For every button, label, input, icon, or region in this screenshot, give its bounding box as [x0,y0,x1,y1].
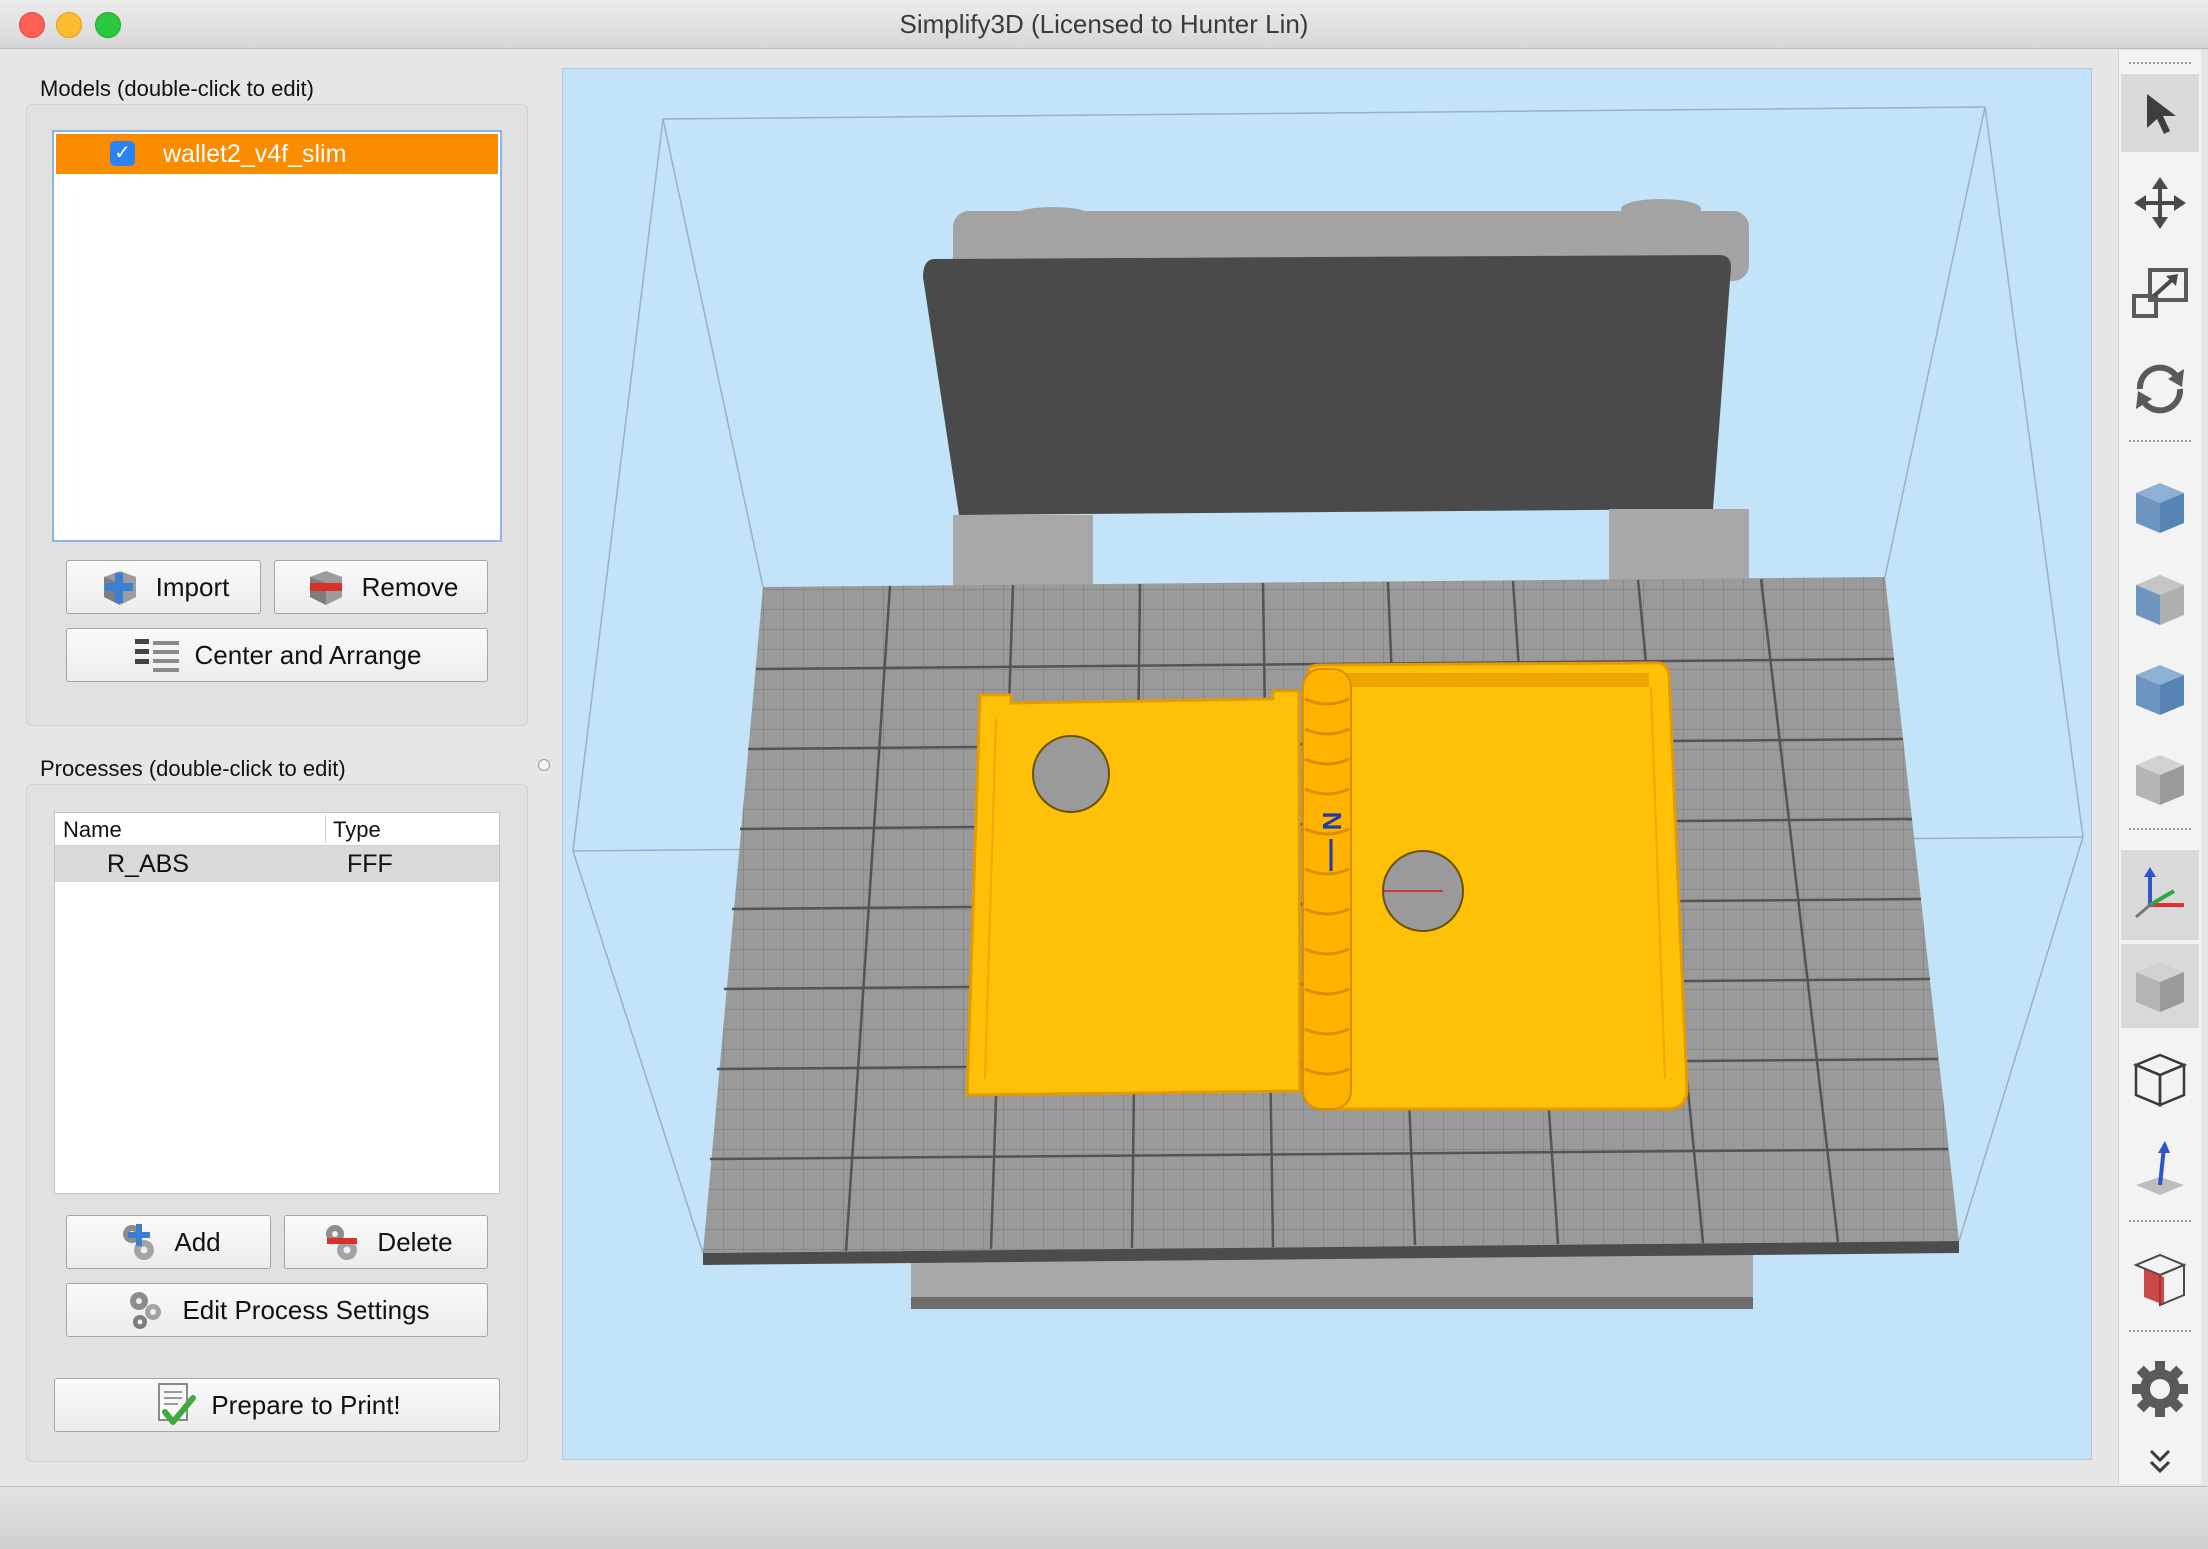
scale-icon [2132,268,2188,318]
remove-icon [309,571,342,605]
right-toolbar [2118,50,2201,1484]
settings-button[interactable] [2121,1350,2199,1428]
remove-button[interactable]: Remove [274,560,488,614]
solid-view-button[interactable] [2121,944,2199,1028]
axes-toggle-button[interactable] [2121,850,2199,940]
build-volume-scene: N [572,106,2084,1309]
import-icon [103,571,136,605]
panel-splitter-handle[interactable] [538,759,550,771]
normals-toggle-button[interactable] [2121,1130,2199,1208]
expand-icon [2149,1449,2171,1474]
prepare-to-print-button[interactable]: Prepare to Print! [54,1378,500,1432]
delete-label: Delete [377,1226,453,1257]
delete-gears-icon [326,1225,358,1260]
processes-table-header: Name Type [55,813,499,846]
models-heading: Models (double-click to edit) [40,76,314,101]
table-row[interactable]: R_ABS FFF [55,846,499,882]
cross-section-icon [2133,1253,2187,1307]
arrange-icon [134,639,179,672]
processes-heading: Processes (double-click to edit) [40,756,346,781]
column-header-type[interactable]: Type [333,817,381,843]
select-icon [2147,94,2176,134]
scale-tool-button[interactable] [2121,254,2199,332]
center-and-arrange-label: Center and Arrange [194,639,422,670]
normal-arrow-icon [2136,1141,2184,1195]
iso-view-icon [2136,483,2184,533]
select-tool-button[interactable] [2121,74,2199,152]
side-view-icon [2136,755,2184,805]
window-title: Simplify3D (Licensed to Hunter Lin) [899,9,1309,39]
process-type-cell: FFF [347,850,393,878]
rotate-tool-button[interactable] [2121,350,2199,428]
process-name-cell: R_ABS [107,850,189,878]
wireframe-view-icon [2132,1053,2188,1107]
wallet-model: N [965,661,1689,1111]
model-list-item[interactable]: ✓ wallet2_v4f_slim [56,134,498,174]
cross-section-button[interactable] [2121,1240,2199,1318]
title-bar: Simplify3D (Licensed to Hunter Lin) [0,0,2208,49]
move-tool-button[interactable] [2121,164,2199,242]
expand-toolbar-button[interactable] [2121,1440,2199,1484]
remove-label: Remove [361,571,459,602]
axes-icon [2135,867,2184,919]
models-list[interactable]: ✓ wallet2_v4f_slim [52,130,502,542]
3d-viewport[interactable]: N [562,68,2092,1460]
add-label: Add [174,1226,221,1257]
edit-process-settings-button[interactable]: Edit Process Settings [66,1283,488,1337]
move-icon [2134,177,2186,229]
import-button[interactable]: Import [66,560,261,614]
add-gears-icon [123,1224,155,1260]
edit-process-settings-label: Edit Process Settings [182,1294,430,1325]
center-and-arrange-button[interactable]: Center and Arrange [66,628,488,682]
import-label: Import [155,571,230,602]
iso-view-button[interactable] [2121,468,2199,546]
prepare-to-print-label: Prepare to Print! [211,1389,401,1420]
settings-icon [2132,1361,2188,1417]
processes-table[interactable]: Name Type R_ABS FFF [54,812,500,1194]
top-view-button[interactable] [2121,650,2199,728]
column-header-name[interactable]: Name [63,817,122,843]
front-view-button[interactable] [2121,560,2199,638]
top-view-icon [2136,665,2184,715]
model-name: wallet2_v4f_slim [163,140,347,168]
gears-icon [130,1292,162,1329]
model-visible-checkbox[interactable]: ✓ [110,141,135,166]
delete-process-button[interactable]: Delete [284,1215,488,1269]
solid-view-icon [2136,962,2184,1012]
axis-marker-label: N [1317,812,1347,831]
rotate-icon [2136,364,2184,414]
wireframe-view-button[interactable] [2121,1040,2199,1118]
prepare-print-icon [158,1383,197,1425]
side-view-button[interactable] [2121,740,2199,818]
status-bar [0,1486,2208,1549]
front-view-icon [2136,575,2184,625]
add-process-button[interactable]: Add [66,1215,271,1269]
